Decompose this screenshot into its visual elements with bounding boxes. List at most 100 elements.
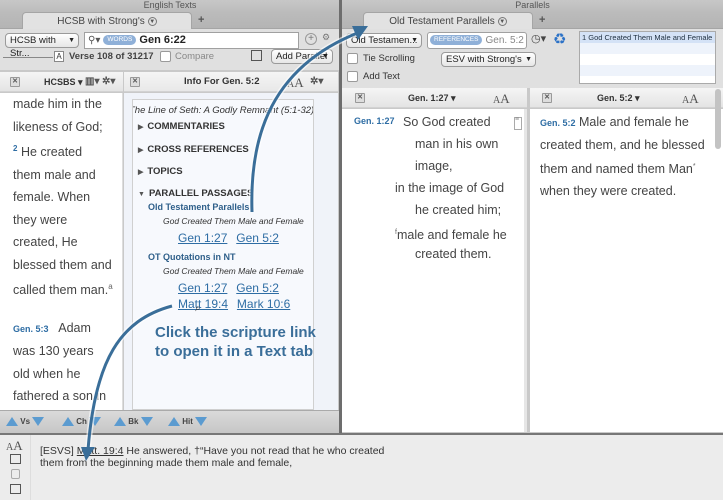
list-item[interactable]: 1 God Created Them Male and Female [580,32,715,43]
group-title[interactable]: Old Testament Parallels [148,202,249,212]
parallels-zone: Parallels Old Testament Parallels ▼ + Old… [342,0,723,433]
font-size-icon[interactable]: AA [682,89,699,111]
tab-ot-parallels[interactable]: Old Testament Parallels ▼ [363,12,533,30]
group-title[interactable]: OT Quotations in NT [148,252,236,262]
scripture-link[interactable]: Matt 19:4 [178,297,228,311]
tab-strip: Old Testament Parallels ▼ + [342,11,723,30]
view-menu-icon[interactable]: ▥▾ [85,72,99,92]
scripture-link[interactable]: Gen 1:27 [178,231,227,245]
resource-popup[interactable]: HCSB with Str... ▼ [5,33,79,59]
parallel-set-popup[interactable]: Old Testamen... ▼ [346,33,422,48]
section-label: CROSS REFERENCES [147,144,249,155]
next-book-button[interactable] [140,417,153,427]
preview-line: them from the beginning made them male a… [40,457,293,469]
next-hit-button[interactable] [195,417,208,427]
resource-menu-label: HCSBS [44,77,76,87]
close-icon[interactable]: ✕ [542,93,552,103]
scripture-link[interactable]: Mark 10:6 [237,297,290,311]
verse-reference[interactable]: Gen. 5:2 [540,118,576,128]
list-item [580,54,715,65]
font-size-slider[interactable] [3,57,53,58]
footnote-marker[interactable]: * [693,163,696,170]
slider-thumb[interactable]: A [54,51,64,62]
zone-title: Parallels [342,0,723,11]
version-popup[interactable]: ESV with Strong's ▼ [441,52,536,67]
previous-chapter-button[interactable] [62,417,74,427]
scripture-link[interactable]: Gen 5:2 [236,231,279,245]
verse-number[interactable]: 2 [13,144,17,153]
previous-book-button[interactable] [114,417,126,427]
chevron-down-icon: ▼ [68,37,75,44]
close-icon[interactable]: ✕ [355,93,365,103]
text-line: was 130 years [13,344,94,359]
next-verse-button[interactable] [32,417,45,427]
scrollbar-thumb[interactable] [715,89,721,149]
link-set-icon[interactable]: ⚙ [322,32,330,43]
new-tab-button[interactable]: + [539,14,545,26]
compare-checkbox[interactable] [160,51,171,62]
search-type-pill[interactable]: REFERENCES [430,35,483,46]
reference-search-input[interactable]: REFERENCES Gen. 5:2 [427,32,527,49]
text-line: made him in the [13,97,102,111]
scripture-link[interactable]: Gen 1:27 [178,281,227,295]
resource-popup-label: HCSB with Str... [10,35,56,59]
notes-icon[interactable]: ≡ [514,116,522,130]
previous-hit-button[interactable] [168,417,180,427]
gear-icon[interactable]: ✲▾ [102,72,115,92]
search-type-pill[interactable]: WORDS [103,35,137,46]
section-cross-references[interactable]: ▶ CROSS REFERENCES [138,144,249,155]
tie-scrolling-checkbox[interactable] [347,53,358,64]
reference-menu-label: Gen. 1:27 [408,93,449,103]
nav-label: Hit [182,417,193,426]
text-line: created, He [13,235,78,250]
parallel-list[interactable]: 1 God Created Them Male and Female [579,31,716,84]
font-size-icon[interactable]: AA [493,89,510,111]
copy-icon[interactable] [10,454,21,464]
close-icon[interactable]: ✕ [130,77,140,87]
previous-verse-button[interactable] [6,417,18,427]
open-window-icon[interactable] [10,484,21,494]
search-value: Gen 6:22 [139,34,186,46]
text-line: them and named them Man [540,162,693,177]
list-item [580,65,715,76]
verse-reference[interactable]: Gen. 5:3 [13,324,49,334]
parallel-view-icon[interactable] [251,50,262,61]
english-texts-zone: English Texts HCSB with Strong's ▼ + HCSB… [0,0,340,433]
close-icon[interactable]: ✕ [10,77,20,87]
group-subtitle: God Created Them Male and Female [163,266,304,276]
section-parallel-passages[interactable]: ▼ PARALLEL PASSAGES [138,188,253,199]
resource-menu[interactable]: HCSBS ▾ [44,72,83,92]
verse-reference[interactable]: Gen. 1:27 [354,111,395,133]
preview-reference-link[interactable]: Matt. 19:4 [77,445,124,457]
parallel-column-text: Gen. 1:27 ≡ So God created man in his ow… [342,109,527,432]
reference-search-input[interactable]: ⚲▾ WORDS Gen 6:22 [84,32,299,49]
reference-menu[interactable]: Gen. 1:27 ▾ [408,88,456,108]
text-line: blessed them and [13,257,112,272]
font-size-icon[interactable]: AA [6,438,23,454]
section-label: COMMENTARIES [147,121,225,132]
gear-icon[interactable]: ✲▾ [310,72,323,92]
scripture-link[interactable]: Gen 5:2 [236,281,279,295]
chevron-down-icon: ▼ [411,37,418,44]
new-tab-button[interactable]: + [198,14,204,26]
text-line: fathered a son in [13,389,107,404]
section-label: TOPICS [147,166,183,177]
tab-menu-icon[interactable]: ▼ [497,16,507,26]
tab-hcsb[interactable]: HCSB with Strong's ▼ [22,12,192,30]
add-parallel-popup[interactable]: Add Parallel ▼ [271,49,333,64]
add-icon[interactable]: + [305,33,317,45]
search-value: Gen. 5:2 [485,35,524,46]
text-line: them male and [13,167,96,182]
history-icon[interactable]: ◷▾ [531,32,546,45]
reference-menu[interactable]: Gen. 5:2 ▾ [597,88,640,108]
parallel-set-label: Old Testamen... [351,35,418,46]
section-commentaries[interactable]: ▶ COMMENTARIES [138,121,225,132]
sync-icon[interactable]: ♻ [553,30,566,48]
trash-icon [11,469,20,479]
add-text-checkbox[interactable] [347,71,358,82]
font-size-icon[interactable]: AA [287,73,304,95]
section-topics[interactable]: ▶ TOPICS [138,166,183,177]
next-chapter-button[interactable] [89,417,102,427]
footnote-marker[interactable]: a [108,282,112,291]
tab-menu-icon[interactable]: ▼ [147,16,157,26]
